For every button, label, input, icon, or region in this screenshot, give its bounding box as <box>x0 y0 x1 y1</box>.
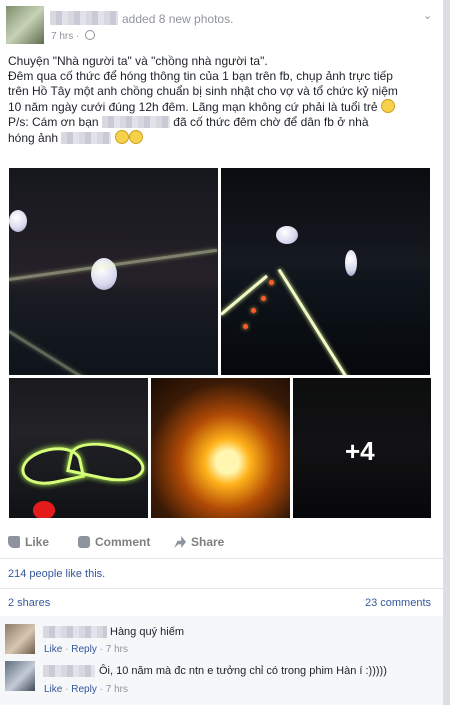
post-line: trên Hồ Tây một anh chồng chuẩn bị sinh … <box>8 84 398 98</box>
photo-3[interactable] <box>9 378 148 518</box>
balloon-cluster <box>276 226 298 244</box>
meta-separator: · <box>65 684 69 695</box>
comment-timestamp[interactable]: 7 hrs <box>106 644 128 655</box>
post-meta: 7 hrs · <box>51 30 96 42</box>
likes-count[interactable]: 214 people like this. <box>8 568 105 580</box>
photo-5-more[interactable]: +4 <box>293 378 431 518</box>
photo-1[interactable] <box>9 168 218 375</box>
post-ps-line: P/s: Cám ơn bạn đã cố thức đêm chờ để dâ… <box>8 115 436 130</box>
author-name-redacted[interactable] <box>50 11 118 25</box>
commenter-avatar[interactable] <box>5 661 35 691</box>
meta-separator: · <box>65 644 69 655</box>
ps-prefix: P/s: Cám ơn bạn <box>8 115 99 129</box>
heart-light-shape <box>66 436 148 488</box>
candle-lantern <box>269 280 274 285</box>
comment-text: Ôi, 10 năm mà đc ntn e tưởng chỉ có tron… <box>99 665 387 677</box>
comment-reply-link[interactable]: Reply <box>71 644 97 655</box>
candle-lantern <box>261 296 266 301</box>
share-button[interactable]: Share <box>174 535 224 549</box>
like-label: Like <box>25 535 50 549</box>
laugh-emoji-icon <box>128 130 143 144</box>
tagged-name-redacted[interactable] <box>61 132 112 144</box>
shares-count[interactable]: 2 shares <box>8 597 50 609</box>
meta-separator: · <box>76 31 80 42</box>
chevron-down-icon[interactable]: ⌄ <box>423 9 432 22</box>
red-heart-sticker <box>33 501 55 518</box>
candle-lantern <box>251 308 256 313</box>
post-line: Chuyện "Nhà người ta" và "chồng nhà ngườ… <box>8 54 268 68</box>
comment-meta: Like · Reply · 7 hrs <box>44 684 128 695</box>
comment-like-link[interactable]: Like <box>44 684 62 695</box>
lake-railing <box>277 268 350 375</box>
author-avatar[interactable] <box>6 6 44 44</box>
balloon-cluster <box>9 210 27 232</box>
thumbs-up-icon <box>8 536 20 548</box>
commenter-name-redacted[interactable] <box>43 626 107 638</box>
comment-bubble-icon <box>78 536 90 548</box>
candle-lantern <box>243 324 248 329</box>
post-timestamp[interactable]: 7 hrs <box>51 31 73 42</box>
action-bar: Like Comment Share <box>8 535 438 555</box>
lake-railing <box>221 274 268 316</box>
smile-emoji-icon <box>380 99 395 113</box>
post-body: Chuyện "Nhà người ta" và "chồng nhà ngườ… <box>8 54 436 146</box>
comment-like-link[interactable]: Like <box>44 644 62 655</box>
comment-meta: Like · Reply · 7 hrs <box>44 644 128 655</box>
photo-2[interactable] <box>221 168 430 375</box>
comments-count[interactable]: 23 comments <box>365 597 431 609</box>
comment-text: Hàng quý hiếm <box>110 626 184 638</box>
like-button[interactable]: Like <box>8 535 49 549</box>
scrollbar[interactable] <box>444 0 450 705</box>
comment-timestamp[interactable]: 7 hrs <box>106 684 128 695</box>
share-arrow-icon <box>174 536 186 548</box>
post-ps-line-2: hóng ảnh <box>8 130 436 146</box>
comment-label: Comment <box>95 535 151 549</box>
commenter-avatar[interactable] <box>5 624 35 654</box>
meta-separator: · <box>99 684 103 695</box>
globe-icon <box>85 30 96 40</box>
share-label: Share <box>191 535 225 549</box>
post-line: 10 năm ngày cưới đúng 12h đêm. Lãng mạn … <box>8 99 436 115</box>
ps-end: hóng ảnh <box>8 131 59 145</box>
meta-separator: · <box>99 644 103 655</box>
divider <box>0 588 443 589</box>
post-header: added 8 new photos. 7 hrs · ⌄ <box>6 6 436 46</box>
comment-reply-link[interactable]: Reply <box>71 684 97 695</box>
post-action-text: added 8 new photos. <box>122 12 234 26</box>
lake-railing <box>9 330 112 375</box>
more-photos-count: +4 <box>345 436 375 466</box>
divider <box>0 558 443 559</box>
commenter-name-redacted[interactable] <box>43 665 95 677</box>
post-line-text: 10 năm ngày cưới đúng 12h đêm. Lãng mạn … <box>8 100 378 114</box>
post-line: Đêm qua cố thức để hóng thông tin của 1 … <box>8 69 393 83</box>
tagged-name-redacted[interactable] <box>101 116 170 128</box>
photo-4[interactable] <box>151 378 290 518</box>
comment-button[interactable]: Comment <box>78 535 150 549</box>
post-card: added 8 new photos. 7 hrs · ⌄ Chuyện "Nh… <box>0 0 444 705</box>
balloon-cluster <box>345 250 357 276</box>
laugh-emoji-icon <box>114 130 129 144</box>
ps-middle: đã cố thức đêm chờ để dân fb ở nhà <box>173 115 369 129</box>
